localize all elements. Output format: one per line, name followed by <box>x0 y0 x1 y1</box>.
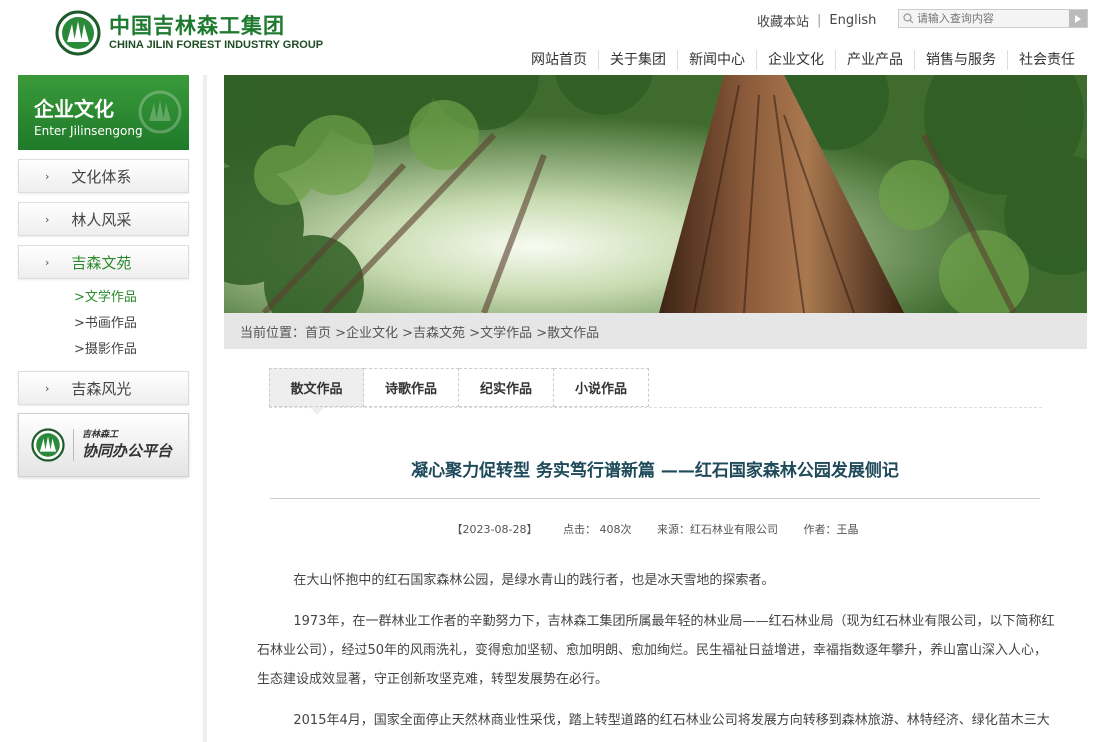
nav-about[interactable]: 关于集团 <box>598 50 677 70</box>
sidebar-item-label: 文化体系 <box>71 167 132 186</box>
article-date: 【2023-08-28】 <box>451 523 538 536</box>
sub-item-calligraphy[interactable]: >书画作品 <box>74 311 189 337</box>
forest-banner-image <box>224 75 1087 313</box>
sidebar-item-label: 吉森风光 <box>71 379 132 398</box>
sub-item-literary-works[interactable]: >文学作品 <box>74 285 189 311</box>
play-arrow-icon <box>1074 14 1081 23</box>
sidebar-header: 企业文化 Enter Jilinsengong <box>18 75 189 150</box>
site-logo[interactable]: 中国吉林森工集团 CHINA JILIN FOREST INDUSTRY GRO… <box>55 10 323 56</box>
office-platform-label: 协同办公平台 <box>82 442 173 460</box>
nav-products[interactable]: 产业产品 <box>835 50 914 70</box>
sidebar-divider <box>203 75 207 742</box>
chevron-right-icon: › <box>45 255 50 269</box>
top-links: 收藏本站 | English <box>757 11 876 30</box>
sidebar-item-culture-system[interactable]: › 文化体系 <box>18 159 189 193</box>
tree-logo-icon <box>31 428 65 462</box>
sidebar-item-label: 吉森文苑 <box>71 253 132 272</box>
top-link-separator: | <box>817 13 822 28</box>
search-button[interactable] <box>1068 10 1087 27</box>
chevron-right-icon: › <box>45 212 50 226</box>
chevron-right-icon: › <box>45 169 50 183</box>
article-source: 来源：红石林业有限公司 <box>656 523 778 536</box>
article-paragraph: 2015年4月，国家全面停止天然林商业性采伐，踏上转型道路的红石林业公司将发展方… <box>293 713 1050 728</box>
search-icon <box>902 12 915 26</box>
tab-fiction[interactable]: 小说作品 <box>554 368 649 407</box>
logo-name-cn: 中国吉林森工集团 <box>109 14 285 38</box>
category-tabs: 散文作品 诗歌作品 纪实作品 小说作品 <box>269 368 1042 415</box>
nav-home[interactable]: 网站首页 <box>520 50 598 70</box>
article-views: 点击： 408次 <box>562 523 632 536</box>
logo-name-en: CHINA JILIN FOREST INDUSTRY GROUP <box>109 39 324 51</box>
tab-prose[interactable]: 散文作品 <box>269 368 364 415</box>
article-title: 凝心聚力促转型 务实笃行谱新篇 ——红石国家森林公园发展侧记 <box>411 461 899 481</box>
sub-item-photography[interactable]: >摄影作品 <box>74 337 189 363</box>
bookmark-link[interactable]: 收藏本站 <box>757 11 809 30</box>
article-paragraph: 1973年，在一群林业工作者的辛勤努力下，吉林森工集团所属最年轻的林业局——红石… <box>257 614 1055 687</box>
sidebar-sub-list: >文学作品 >书画作品 >摄影作品 <box>18 279 189 367</box>
chevron-right-icon: › <box>45 381 50 395</box>
title-divider <box>270 498 1040 499</box>
sidebar-item-people[interactable]: › 林人风采 <box>18 202 189 236</box>
sidebar-item-label: 林人风采 <box>71 210 132 229</box>
english-link[interactable]: English <box>829 13 876 28</box>
main-nav: 网站首页 关于集团 新闻中心 企业文化 产业产品 销售与服务 社会责任 <box>520 50 1086 70</box>
breadcrumb: 当前位置：首页 >企业文化 >吉森文苑 >文学作品 >散文作品 <box>224 313 1087 349</box>
tab-documentary[interactable]: 纪实作品 <box>459 368 554 407</box>
office-platform-button[interactable]: 吉林森工 协同办公平台 <box>18 413 189 477</box>
sidebar-item-scenery[interactable]: › 吉森风光 <box>18 371 189 405</box>
search-box <box>898 9 1088 28</box>
article-meta: 【2023-08-28】 点击： 408次 来源：红石林业有限公司 作者：王晶 <box>270 521 1040 537</box>
sidebar-item-literature[interactable]: › 吉森文苑 <box>18 245 189 279</box>
tree-watermark-icon <box>138 90 182 134</box>
nav-sales[interactable]: 销售与服务 <box>914 50 1007 70</box>
tab-poetry[interactable]: 诗歌作品 <box>364 368 459 407</box>
search-input[interactable] <box>914 10 1069 27</box>
article-author: 作者：王晶 <box>803 523 859 536</box>
article-body: 在大山怀抱中的红石国家森林公园，是绿水青山的践行者，也是冰天雪地的探索者。 19… <box>257 566 1057 742</box>
nav-culture[interactable]: 企业文化 <box>756 50 835 70</box>
tree-logo-icon <box>55 10 101 56</box>
nav-news[interactable]: 新闻中心 <box>677 50 756 70</box>
office-brand-label: 吉林森工 <box>82 430 119 440</box>
article-paragraph: 在大山怀抱中的红石国家森林公园，是绿水青山的践行者，也是冰天雪地的探索者。 <box>293 573 775 588</box>
sidebar: 企业文化 Enter Jilinsengong › 文化体系 › 林人风采 › … <box>18 75 189 477</box>
nav-responsibility[interactable]: 社会责任 <box>1007 50 1086 70</box>
